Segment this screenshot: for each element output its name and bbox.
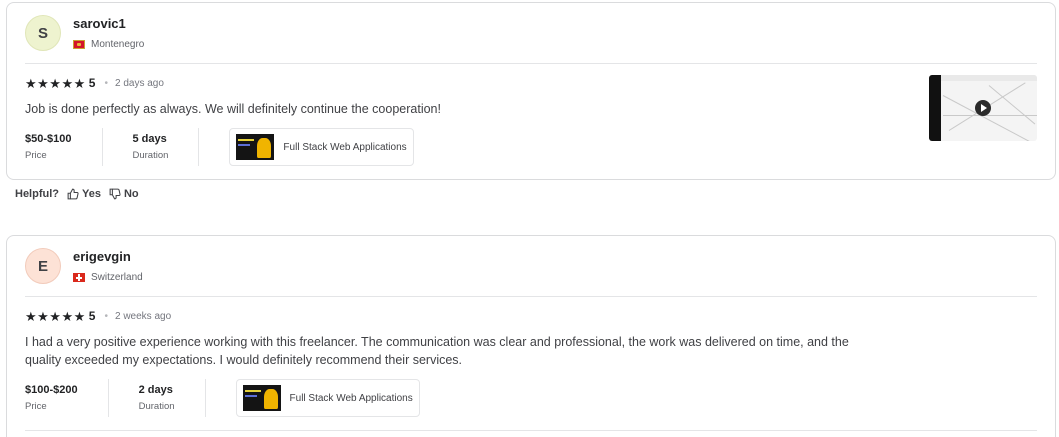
rating-row: ★★★★★ 5 • 2 weeks ago xyxy=(25,309,171,323)
reviewer-country: Switzerland xyxy=(73,272,143,283)
review-card: S sarovic1 Montenegro ★★★★★ 5 • 2 days a… xyxy=(6,2,1056,180)
duration-label: Duration xyxy=(132,150,169,161)
gig-thumbnail xyxy=(236,134,275,160)
separator-dot: • xyxy=(104,77,108,89)
reviewer-country: Montenegro xyxy=(73,39,144,50)
gig-thumbnail xyxy=(242,385,281,411)
separator-dot: • xyxy=(104,310,108,322)
avatar[interactable]: E xyxy=(25,248,61,284)
rating-score: 5 xyxy=(88,76,96,90)
duration-value: 5 days xyxy=(132,133,167,145)
country-label: Switzerland xyxy=(91,272,143,283)
play-icon[interactable] xyxy=(975,100,991,116)
country-label: Montenegro xyxy=(91,39,145,50)
review-time: 2 weeks ago xyxy=(114,310,172,322)
montenegro-flag-icon xyxy=(73,40,85,49)
price-label: Price xyxy=(25,401,47,412)
price-value: $100-$200 xyxy=(25,384,78,396)
divider xyxy=(107,379,109,417)
helpful-no-button[interactable]: No xyxy=(109,188,139,200)
duration-info: 5 days Duration xyxy=(133,128,169,166)
divider xyxy=(204,379,206,417)
price-info: $100-$200 Price xyxy=(25,379,78,417)
review-text: Job is done perfectly as always. We will… xyxy=(25,102,441,116)
star-rating-icon: ★★★★★ xyxy=(25,308,86,324)
helpful-feedback: Helpful? Yes No xyxy=(15,188,147,200)
helpful-yes-button[interactable]: Yes xyxy=(67,188,101,200)
helpful-yes-label: Yes xyxy=(82,188,101,200)
gig-link[interactable]: Full Stack Web Applications xyxy=(235,379,420,417)
thumbs-down-icon xyxy=(109,188,121,200)
gig-link[interactable]: Full Stack Web Applications xyxy=(229,128,414,166)
divider xyxy=(101,128,103,166)
duration-info: 2 days Duration xyxy=(139,379,175,417)
gig-title: Full Stack Web Applications xyxy=(289,392,413,404)
reviewer-username[interactable]: sarovic1 xyxy=(73,16,126,31)
price-label: Price xyxy=(25,150,47,161)
review-card: E erigevgin Switzerland ★★★★★ 5 • 2 week… xyxy=(6,235,1056,437)
reviewer-username[interactable]: erigevgin xyxy=(73,249,131,264)
rating-score: 5 xyxy=(88,309,96,323)
review-time: 2 days ago xyxy=(114,77,164,89)
switzerland-flag-icon xyxy=(73,273,85,282)
duration-value: 2 days xyxy=(138,384,173,396)
review-video-thumbnail[interactable] xyxy=(929,75,1037,141)
divider xyxy=(25,430,1037,431)
thumbs-up-icon xyxy=(67,188,79,200)
rating-row: ★★★★★ 5 • 2 days ago xyxy=(25,76,164,90)
divider xyxy=(25,63,1037,64)
duration-label: Duration xyxy=(138,401,175,412)
review-meta: $50-$100 Price 5 days Duration Full Stac… xyxy=(25,128,414,166)
review-meta: $100-$200 Price 2 days Duration Full Sta… xyxy=(25,379,420,417)
helpful-label: Helpful? xyxy=(15,188,59,200)
divider xyxy=(198,128,200,166)
helpful-no-label: No xyxy=(123,188,139,200)
review-text: I had a very positive experience working… xyxy=(25,335,849,367)
divider xyxy=(25,296,1037,297)
price-value: $50-$100 xyxy=(25,133,72,145)
price-info: $50-$100 Price xyxy=(25,128,72,166)
avatar[interactable]: S xyxy=(25,15,61,51)
star-rating-icon: ★★★★★ xyxy=(25,75,86,91)
gig-title: Full Stack Web Applications xyxy=(283,141,407,153)
